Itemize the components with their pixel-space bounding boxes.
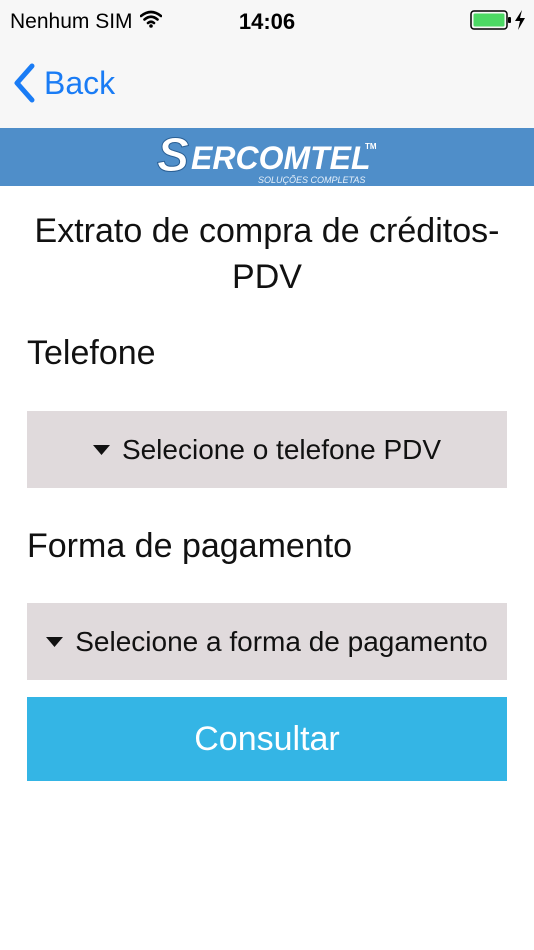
dropdown-caret-icon xyxy=(92,444,110,455)
phone-select[interactable]: Selecione o telefone PDV xyxy=(27,411,507,488)
consult-button[interactable]: Consultar xyxy=(27,697,507,781)
back-button[interactable]: Back xyxy=(12,60,115,106)
back-chevron-icon xyxy=(14,63,35,103)
back-label: Back xyxy=(44,64,116,101)
payment-method-label: Forma de pagamento xyxy=(27,527,353,565)
svg-text:ERCOMTEL: ERCOMTEL xyxy=(191,140,371,176)
brand-banner: S ERCOMTEL TM SOLUÇÕES COMPLETAS xyxy=(0,128,534,186)
battery-icon xyxy=(470,10,511,30)
sercomtel-logo: S ERCOMTEL TM SOLUÇÕES COMPLETAS xyxy=(157,131,377,185)
navigation-bar: Back xyxy=(0,40,534,128)
phone-label: Telefone xyxy=(27,334,156,372)
page-title-line-2: PDV xyxy=(232,258,302,296)
status-bar: Nenhum SIM 14:06 xyxy=(0,0,534,40)
dropdown-caret-icon xyxy=(46,636,64,647)
page-title: Extrato de compra de créditos- PDV xyxy=(20,208,514,300)
svg-text:SOLUÇÕES COMPLETAS: SOLUÇÕES COMPLETAS xyxy=(258,175,365,185)
charging-bolt-icon xyxy=(515,10,525,30)
svg-text:TM: TM xyxy=(365,142,377,151)
svg-text:S: S xyxy=(157,131,189,182)
status-time: 14:06 xyxy=(238,9,296,34)
payment-method-select[interactable]: Selecione a forma de pagamento xyxy=(27,603,507,680)
payment-method-select-value: Selecione a forma de pagamento xyxy=(75,625,488,657)
top-bar: Nenhum SIM 14:06 Back xyxy=(0,0,534,129)
page-title-line-1: Extrato de compra de créditos- xyxy=(34,212,500,250)
phone-select-value: Selecione o telefone PDV xyxy=(121,433,442,465)
